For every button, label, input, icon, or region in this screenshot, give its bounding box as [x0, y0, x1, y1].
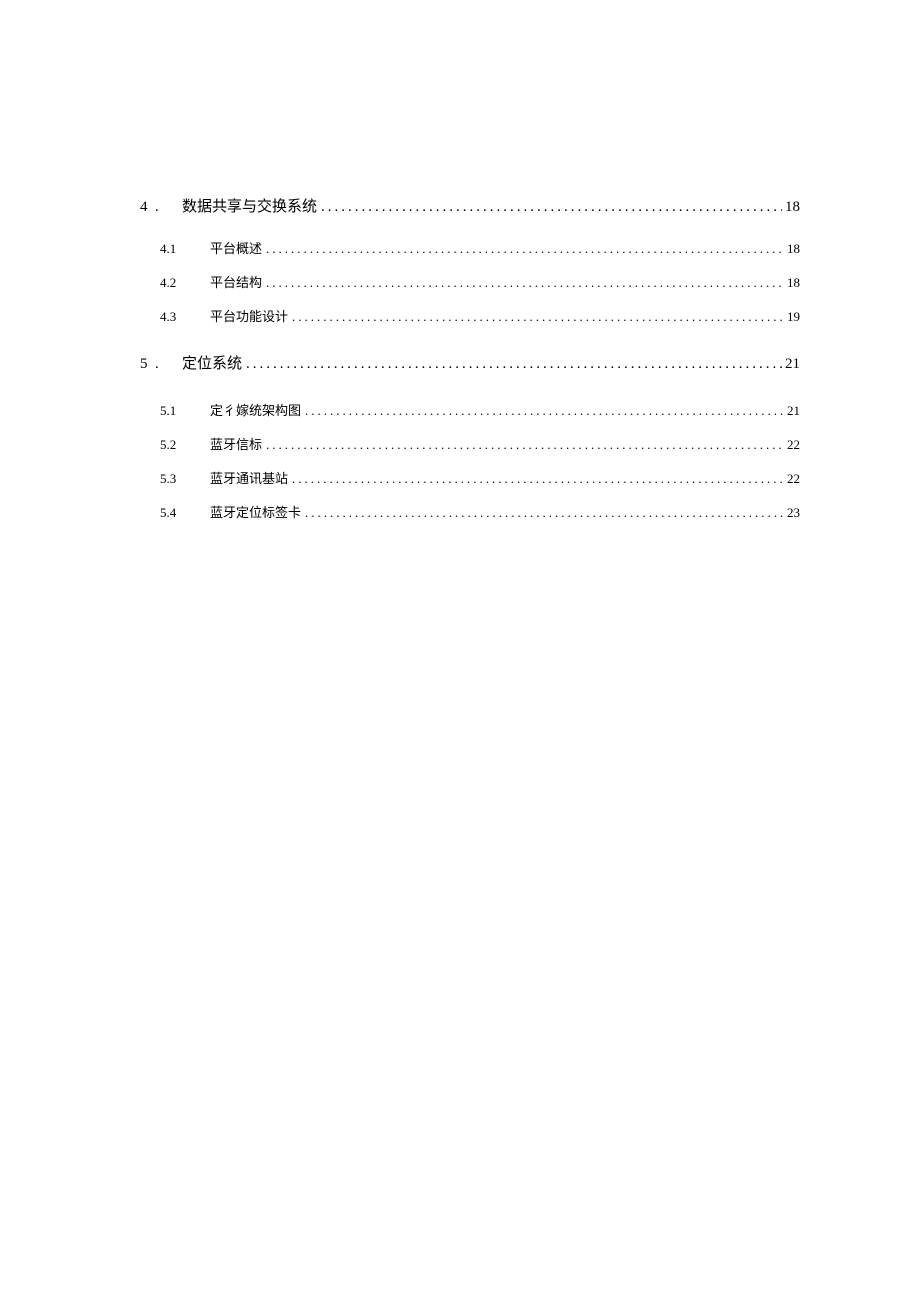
- toc-number: 4.1: [160, 239, 198, 260]
- toc-number-prefix: .: [155, 199, 159, 215]
- toc-number-value: 4: [140, 199, 148, 215]
- toc-entry-section-4: 4 . 数据共享与交换系统 18: [140, 195, 800, 219]
- toc-entry-4-1: 4.1 平台概述 18: [140, 239, 800, 260]
- toc-dots: [242, 352, 782, 376]
- toc-page-number: 22: [784, 435, 800, 456]
- toc-title: 蓝牙通讯基站: [210, 469, 288, 490]
- toc-title: 平台结构: [210, 273, 262, 294]
- toc-number: 5.2: [160, 435, 198, 456]
- toc-title: 数据共享与交换系统: [182, 195, 317, 219]
- toc-title: 蓝牙定位标签卡: [210, 503, 301, 524]
- toc-dots: [262, 239, 784, 260]
- toc-page-number: 18: [784, 273, 800, 294]
- toc-title: 蓝牙信标: [210, 435, 262, 456]
- toc-number-prefix: .: [155, 356, 159, 372]
- toc-title: 平台概述: [210, 239, 262, 260]
- toc-entry-5-4: 5.4 蓝牙定位标签卡 23: [140, 503, 800, 524]
- toc-dots: [262, 435, 784, 456]
- toc-entry-5-2: 5.2 蓝牙信标 22: [140, 435, 800, 456]
- toc-title: 平台功能设计: [210, 307, 288, 328]
- toc-entry-5-1: 5.1 定彳嫁统架构图 21: [140, 401, 800, 422]
- toc-number: 5.1: [160, 401, 198, 422]
- toc-entry-4-3: 4.3 平台功能设计 19: [140, 307, 800, 328]
- toc-dots: [301, 401, 784, 422]
- toc-number: 5.3: [160, 469, 198, 490]
- toc-dots: [288, 307, 784, 328]
- toc-entry-4-2: 4.2 平台结构 18: [140, 273, 800, 294]
- toc-number: 5.4: [160, 503, 198, 524]
- toc-page-number: 18: [784, 239, 800, 260]
- toc-entry-5-3: 5.3 蓝牙通讯基站 22: [140, 469, 800, 490]
- document-page: 4 . 数据共享与交换系统 18 4.1 平台概述 18 4.2 平台结构 18…: [0, 0, 920, 524]
- toc-number: 4.3: [160, 307, 198, 328]
- toc-number-value: 5: [140, 356, 148, 372]
- toc-page-number: 19: [784, 307, 800, 328]
- toc-page-number: 22: [784, 469, 800, 490]
- toc-dots: [262, 273, 784, 294]
- toc-dots: [301, 503, 784, 524]
- toc-number: 4 .: [140, 195, 170, 219]
- toc-page-number: 23: [784, 503, 800, 524]
- toc-page-number: 21: [784, 401, 800, 422]
- toc-title: 定位系统: [182, 352, 242, 376]
- toc-number: 4.2: [160, 273, 198, 294]
- toc-entry-section-5: 5 . 定位系统 21: [140, 352, 800, 376]
- toc-page-number: 18: [782, 195, 800, 219]
- toc-dots: [317, 195, 782, 219]
- toc-page-number: 21: [782, 352, 800, 376]
- toc-number: 5 .: [140, 352, 170, 376]
- toc-dots: [288, 469, 784, 490]
- toc-title: 定彳嫁统架构图: [210, 401, 301, 422]
